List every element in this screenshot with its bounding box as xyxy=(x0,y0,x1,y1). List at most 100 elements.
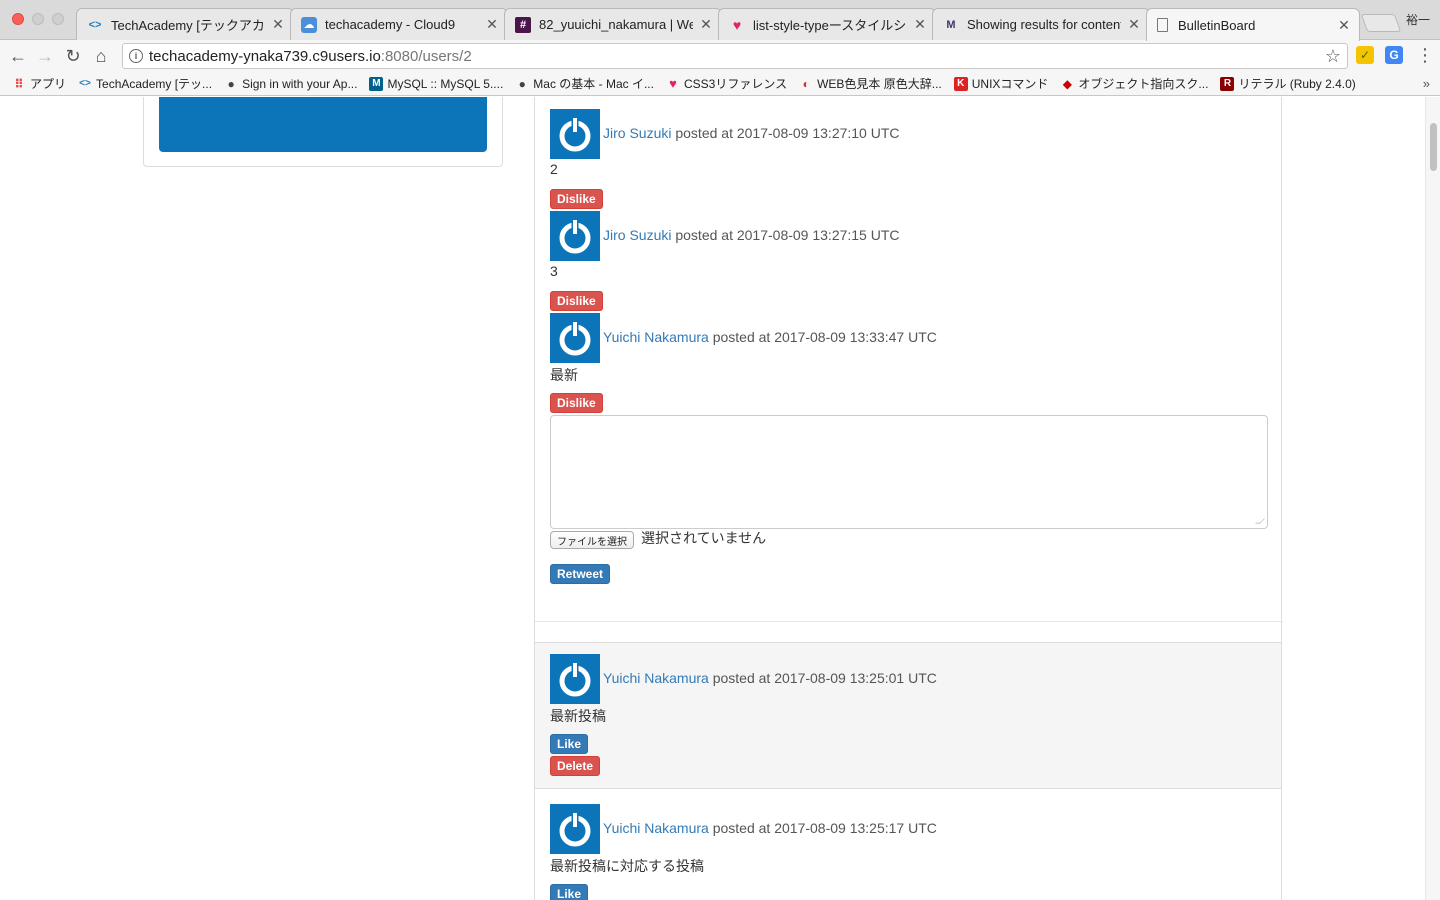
new-tab-button[interactable] xyxy=(1360,14,1402,32)
file-status: 選択されていません xyxy=(641,530,767,546)
close-icon[interactable]: ✕ xyxy=(1127,16,1141,33)
browser-menu-icon[interactable]: ⋮ xyxy=(1416,46,1434,64)
browser-tab-active[interactable]: BulletinBoard ✕ xyxy=(1146,8,1360,41)
home-icon[interactable]: ⌂ xyxy=(91,46,111,66)
power-avatar-icon xyxy=(559,321,591,356)
user-link[interactable]: Yuichi Nakamura xyxy=(603,329,709,345)
bookmark-item[interactable]: ● Sign in with your Ap... xyxy=(224,77,357,91)
palette-icon: ◐ xyxy=(802,76,810,91)
file-choose-button[interactable]: ファイルを選択 xyxy=(550,531,634,549)
close-icon[interactable]: ✕ xyxy=(699,16,713,33)
close-icon[interactable]: ✕ xyxy=(1337,17,1351,34)
info-icon[interactable]: i xyxy=(129,49,143,63)
bookmark-label: アプリ xyxy=(30,77,67,91)
retweet-textarea[interactable] xyxy=(550,415,1268,529)
close-icon[interactable]: ✕ xyxy=(271,16,285,33)
power-avatar-icon xyxy=(559,662,591,697)
close-icon[interactable]: ✕ xyxy=(485,16,499,33)
minimize-window-button[interactable] xyxy=(32,13,44,25)
bookmark-label: オブジェクト指向スク... xyxy=(1078,77,1209,91)
divider xyxy=(535,621,1283,622)
k-icon: K xyxy=(953,76,968,91)
bookmark-label: TechAcademy [テッ... xyxy=(96,77,213,91)
browser-tab[interactable]: ☁ techacademy - Cloud9 ✕ xyxy=(290,8,508,40)
bookmark-label: Mac の基本 - Mac イ... xyxy=(533,77,654,91)
hash-icon: # xyxy=(515,16,531,33)
profile-name[interactable]: 裕一 xyxy=(1406,11,1430,28)
bookmark-item[interactable]: ● Mac の基本 - Mac イ... xyxy=(515,75,654,92)
bookmark-item[interactable]: ◐ WEB色見本 原色大辞... xyxy=(799,75,941,92)
page-scrollbar[interactable] xyxy=(1425,97,1440,900)
post-meta: Yuichi Nakamura posted at 2017-08-09 13:… xyxy=(603,329,937,345)
star-icon[interactable]: ☆ xyxy=(1325,46,1341,67)
ruby-icon: ◆ xyxy=(1062,76,1073,91)
post-meta: Jiro Suzuki posted at 2017-08-09 13:27:1… xyxy=(603,227,900,243)
bookmark-label: CSS3リファレンス xyxy=(683,77,788,91)
apple-icon: ● xyxy=(227,76,235,91)
bookmark-item[interactable]: ⠿ アプリ xyxy=(12,75,66,92)
code-icon: <> xyxy=(79,78,91,89)
avatar[interactable] xyxy=(550,313,600,363)
browser-tab[interactable]: ♥ list-style-typeースタイルシ ✕ xyxy=(718,8,936,40)
dislike-button[interactable]: Dislike xyxy=(550,393,603,413)
heart-icon: ♥ xyxy=(732,16,742,33)
microposts-feed: Jiro Suzuki posted at 2017-08-09 13:27:1… xyxy=(534,97,1283,900)
close-window-button[interactable] xyxy=(12,13,24,25)
url-path: :8080/users/2 xyxy=(380,47,472,65)
avatar[interactable] xyxy=(550,804,600,854)
code-icon: <> xyxy=(88,18,102,31)
bookmark-item[interactable]: ◆ オブジェクト指向スク... xyxy=(1060,75,1209,92)
reload-icon[interactable]: ↻ xyxy=(63,46,83,66)
power-avatar-icon xyxy=(559,117,591,152)
post-timestamp: posted at 2017-08-09 13:25:17 UTC xyxy=(708,820,937,836)
user-avatar-large xyxy=(159,97,487,152)
list-item: Yuichi Nakamura posted at 2017-08-09 13:… xyxy=(535,788,1281,900)
avatar[interactable] xyxy=(550,109,600,159)
browser-toolbar: ← → ↻ ⌂ i techacademy-ynaka739.c9users.i… xyxy=(0,40,1440,72)
user-link[interactable]: Yuichi Nakamura xyxy=(603,670,709,686)
browser-tab[interactable]: # 82_yuuichi_nakamura | Web ✕ xyxy=(504,8,722,40)
forward-arrow-icon[interactable]: → xyxy=(35,46,55,66)
user-link[interactable]: Yuichi Nakamura xyxy=(603,820,709,836)
more-bookmarks-button[interactable]: » xyxy=(1423,76,1430,91)
bookmark-item[interactable]: K UNIXコマンド xyxy=(953,75,1048,92)
bookmark-label: リテラル (Ruby 2.4.0) xyxy=(1238,77,1356,91)
close-icon[interactable]: ✕ xyxy=(913,16,927,33)
heart-icon: ♥ xyxy=(669,76,677,91)
avatar[interactable] xyxy=(550,654,600,704)
post-timestamp: posted at 2017-08-09 13:33:47 UTC xyxy=(708,329,937,345)
tab-title: Showing results for content xyxy=(967,17,1121,32)
bookmark-label: Sign in with your Ap... xyxy=(242,76,358,91)
avatar[interactable] xyxy=(550,211,600,261)
post-meta: Yuichi Nakamura posted at 2017-08-09 13:… xyxy=(603,670,937,686)
retweet-button[interactable]: Retweet xyxy=(550,564,611,584)
tab-title: TechAcademy [テックアカデ xyxy=(111,18,265,33)
like-button[interactable]: Like xyxy=(550,884,589,900)
bookmark-item[interactable]: ♥ CSS3リファレンス xyxy=(666,75,787,92)
post-content: 最新投稿 xyxy=(550,708,606,724)
scrollbar-thumb[interactable] xyxy=(1430,123,1437,171)
bookmark-item[interactable]: R リテラル (Ruby 2.4.0) xyxy=(1220,75,1356,92)
like-button[interactable]: Like xyxy=(550,734,589,754)
extension-translate-icon[interactable]: G xyxy=(1385,46,1403,64)
delete-button[interactable]: Delete xyxy=(550,756,601,776)
dislike-button[interactable]: Dislike xyxy=(550,189,603,209)
post-timestamp: posted at 2017-08-09 13:25:01 UTC xyxy=(708,670,937,686)
power-avatar-icon xyxy=(559,219,591,254)
mysql-icon: M xyxy=(369,76,384,91)
bookmark-label: MySQL :: MySQL 5.... xyxy=(387,76,504,91)
user-link[interactable]: Jiro Suzuki xyxy=(603,227,671,243)
bookmark-item[interactable]: M MySQL :: MySQL 5.... xyxy=(369,76,504,91)
bookmark-item[interactable]: <> TechAcademy [テッ... xyxy=(78,75,212,92)
post-meta: Yuichi Nakamura posted at 2017-08-09 13:… xyxy=(603,820,937,836)
zoom-window-button[interactable] xyxy=(52,13,64,25)
extension-check-icon[interactable]: ✓ xyxy=(1356,46,1374,64)
address-bar[interactable]: i techacademy-ynaka739.c9users.io:8080/u… xyxy=(122,43,1348,69)
search-site-icon: M xyxy=(946,18,956,31)
back-arrow-icon[interactable]: ← xyxy=(8,46,28,66)
dislike-button[interactable]: Dislike xyxy=(550,291,603,311)
apps-icon: ⠿ xyxy=(14,76,24,91)
browser-tab[interactable]: M Showing results for content ✕ xyxy=(932,8,1150,40)
browser-tab[interactable]: <> TechAcademy [テックアカデ ✕ xyxy=(76,8,294,40)
user-link[interactable]: Jiro Suzuki xyxy=(603,125,671,141)
